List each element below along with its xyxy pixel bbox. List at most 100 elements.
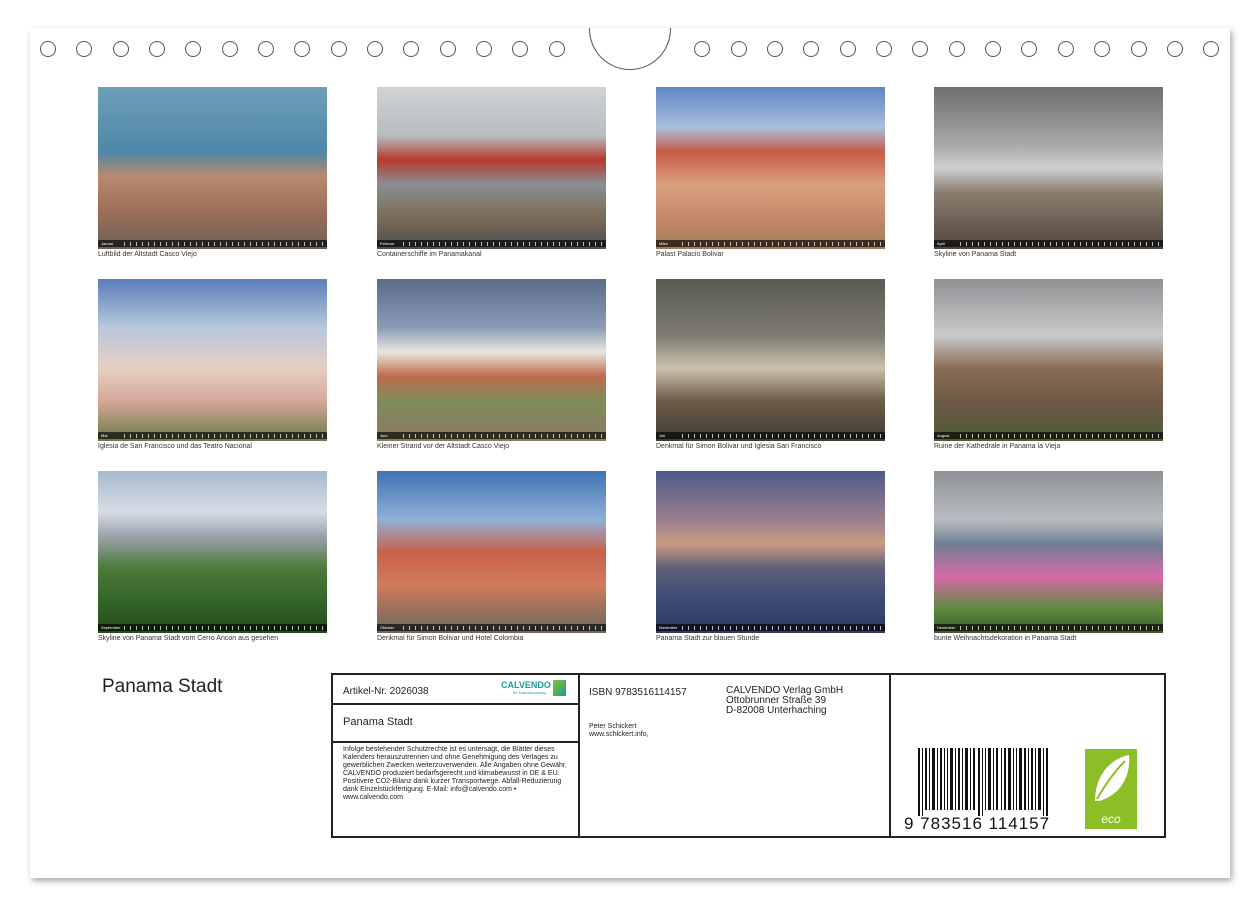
binding-ring [731, 41, 747, 57]
month-label: November [659, 625, 678, 630]
binding-ring [549, 41, 565, 57]
calvendo-logo: CALVENDO Ihr Kalenderverlag [501, 679, 569, 699]
photo-skyline: April [934, 87, 1163, 249]
binding-ring [403, 41, 419, 57]
calvendo-logo-text: CALVENDO [501, 680, 551, 690]
binding-ring [985, 41, 1001, 57]
photo-caption: Kleiner Strand vor der Altstadt Casco Vi… [377, 443, 510, 450]
binding-ring [113, 41, 129, 57]
photo-iglesia-san-francisco: Mai [98, 279, 327, 441]
photo-caption: Skyline von Panama Stadt vom Cerro Ancon… [98, 635, 279, 642]
day-ticks [124, 626, 323, 630]
day-ticks [124, 242, 323, 246]
eco-label: eco [1101, 812, 1121, 826]
calvendo-logo-subtext: Ihr Kalenderverlag [513, 690, 546, 695]
photo-hotel-colombia: Oktober [377, 471, 606, 633]
binding-ring [949, 41, 965, 57]
day-ticks [960, 434, 1159, 438]
calendar-title: Panama Stadt [102, 676, 223, 697]
photo-caption: Luftbild der Altstadt Casco Viejo [98, 251, 197, 258]
binding-ring [876, 41, 892, 57]
month-label: Februar [380, 241, 395, 246]
binding-ring [40, 41, 56, 57]
legal-notice: Infolge bestehender Schutzrechte ist es … [343, 746, 567, 801]
divider [889, 675, 891, 836]
binding-ring [1131, 41, 1147, 57]
binding-ring [840, 41, 856, 57]
author-website: www.schickert.info, [589, 731, 649, 738]
box-title: Panama Stadt [343, 716, 413, 728]
photo-caption: bunte Weihnachtsdekoration in Panama Sta… [934, 635, 1077, 642]
binding-ring [1167, 41, 1183, 57]
isbn: ISBN 9783516114157 [589, 687, 687, 698]
photo-cathedral-ruin: August [934, 279, 1163, 441]
divider [333, 741, 578, 743]
photo-aerial-casco-viejo: Januar [98, 87, 327, 249]
photo-caption: Denkmal für Simon Bolivar und Iglesia Sa… [656, 443, 822, 450]
photo-bolivar-monument: Juli [656, 279, 885, 441]
photo-caption: Panama Stadt zur blauen Stunde [656, 635, 760, 642]
binding-ring [1058, 41, 1074, 57]
photo-container-ships: Februar [377, 87, 606, 249]
month-label: Juni [380, 433, 388, 438]
photo-caption: Ruine der Kathedrale in Panama la Vieja [934, 443, 1061, 450]
month-label: Januar [101, 241, 114, 246]
day-ticks [960, 626, 1159, 630]
photo-blue-hour: November [656, 471, 885, 633]
publisher-line: D-82008 Unterhaching [726, 705, 827, 716]
photo-caption: Iglesia de San Francisco und das Teatro … [98, 443, 252, 450]
photo-caption: Palast Palacio Bolivar [656, 251, 724, 258]
photo-caption: Skyline von Panama Stadt [934, 251, 1017, 258]
eco-badge: eco [1085, 749, 1137, 829]
photo-caption: Denkmal für Simon Bolivar und Hotel Colo… [377, 635, 524, 642]
binding-ring [294, 41, 310, 57]
article-number: Artikel-Nr. 2026038 [343, 686, 429, 697]
month-label: Dezember [937, 625, 956, 630]
binding-ring [185, 41, 201, 57]
binding-ring [767, 41, 783, 57]
author-name: Peter Schickert [589, 723, 637, 730]
day-ticks [682, 242, 881, 246]
month-label: Oktober [380, 625, 395, 630]
month-label: März [659, 241, 668, 246]
binding-ring [222, 41, 238, 57]
day-ticks [960, 242, 1159, 246]
leaf-icon [1095, 755, 1130, 801]
day-ticks [124, 434, 323, 438]
photo-caption: Containerschiffe im Panamakanal [377, 251, 482, 258]
barcode-image [918, 748, 1048, 816]
binding-ring [803, 41, 819, 57]
month-label: April [937, 241, 946, 246]
binding-ring [331, 41, 347, 57]
binding-rings [0, 0, 1260, 70]
binding-ring [76, 41, 92, 57]
binding-ring [440, 41, 456, 57]
day-ticks [682, 434, 881, 438]
day-ticks [403, 242, 602, 246]
photo-christmas-decoration: Dezember [934, 471, 1163, 633]
binding-ring [258, 41, 274, 57]
month-label: September [101, 625, 121, 630]
day-ticks [403, 434, 602, 438]
binding-ring [149, 41, 165, 57]
binding-ring [694, 41, 710, 57]
binding-ring [476, 41, 492, 57]
day-ticks [403, 626, 602, 630]
divider [578, 675, 580, 836]
binding-ring [1021, 41, 1037, 57]
month-label: August [937, 433, 950, 438]
publisher-address: CALVENDO Verlag GmbH Ottobrunner Straße … [726, 686, 843, 716]
divider [333, 703, 578, 705]
binding-ring [367, 41, 383, 57]
binding-ring [912, 41, 928, 57]
calvendo-logo-mark [553, 680, 566, 696]
photo-skyline-cerro-ancon: September [98, 471, 327, 633]
photo-palacio-bolivar: März [656, 87, 885, 249]
binding-ring [512, 41, 528, 57]
binding-ring [1203, 41, 1219, 57]
binding-ring [1094, 41, 1110, 57]
photo-small-beach: Juni [377, 279, 606, 441]
month-label: Juli [659, 433, 666, 438]
month-label: Mai [101, 433, 108, 438]
barcode-number: 9 783516 114157 [904, 814, 1051, 833]
